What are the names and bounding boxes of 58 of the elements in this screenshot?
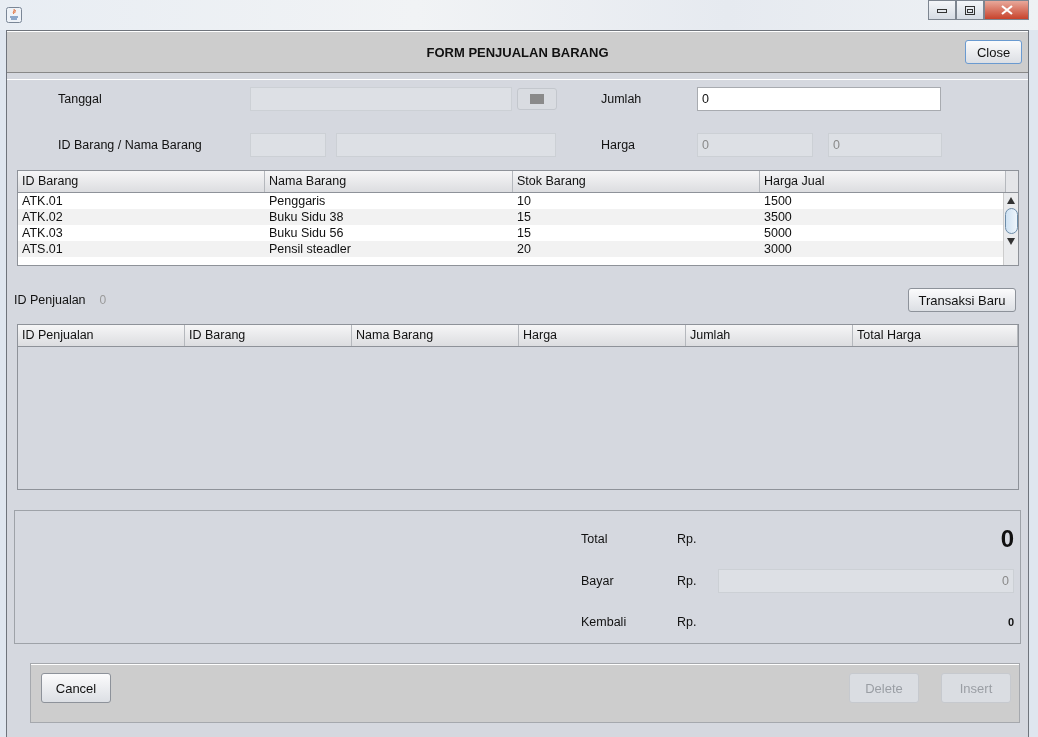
change-label: Kembali <box>581 615 628 629</box>
total-value: 0 <box>1000 525 1014 553</box>
table-cell-text: ATK.02 <box>21 209 64 225</box>
field-label: Tanggal <box>58 92 103 106</box>
table-cell-text: 20 <box>516 241 532 257</box>
table-cell-text: 15 <box>516 225 532 241</box>
field-label: Jumlah <box>601 92 643 106</box>
currency-label: Rp. <box>677 615 698 629</box>
maximize-icon <box>965 5 975 15</box>
table-cell-text: 3500 <box>763 209 793 225</box>
table-cell-text: 10 <box>516 193 532 209</box>
table-cell-text: 1500 <box>763 193 793 209</box>
close-icon <box>1000 5 1013 15</box>
column-header[interactable]: Harga <box>519 325 686 346</box>
close-button[interactable]: Close <box>965 40 1022 64</box>
window-title: FORM PENJUALAN BARANG <box>426 44 609 60</box>
column-header[interactable]: Jumlah <box>686 325 853 346</box>
currency-label: Rp. <box>677 574 698 588</box>
minimize-icon <box>937 7 947 13</box>
calendar-icon <box>530 94 544 104</box>
field-label: Harga <box>601 138 637 152</box>
column-header[interactable]: Nama Barang <box>265 171 513 192</box>
scroll-thumb[interactable] <box>1004 208 1018 234</box>
column-header[interactable]: Total Harga <box>853 325 1018 346</box>
quantity-field[interactable]: 0 <box>697 87 941 111</box>
column-header[interactable]: Nama Barang <box>352 325 519 346</box>
table-cell-text: Pensil steadler <box>268 241 352 257</box>
new-transaction-button[interactable]: Transaksi Baru <box>908 288 1016 312</box>
maximize-button[interactable] <box>956 0 984 20</box>
java-app-icon[interactable] <box>6 7 22 23</box>
table-cell-text: Buku Sidu 56 <box>268 225 345 241</box>
table-cell-text: Buku Sidu 38 <box>268 209 345 225</box>
column-header[interactable]: ID Barang <box>185 325 352 346</box>
minimize-button[interactable] <box>928 0 956 20</box>
pay-label: Bayar <box>581 574 615 588</box>
table-cell-text: Penggaris <box>268 193 327 209</box>
field-label: ID Barang / Nama Barang <box>58 138 203 152</box>
calendar-button[interactable] <box>517 88 557 110</box>
scroll-up-icon[interactable] <box>1007 197 1015 204</box>
column-header[interactable]: ID Penjualan <box>18 325 185 346</box>
scroll-down-icon[interactable] <box>1007 238 1015 245</box>
column-header[interactable]: ID Barang <box>18 171 265 192</box>
close-window-button[interactable] <box>984 0 1029 20</box>
table-cell-text: ATK.01 <box>21 193 64 209</box>
table-cell-text: ATK.03 <box>21 225 64 241</box>
currency-label: Rp. <box>677 532 698 546</box>
change-value: 0 <box>1007 616 1014 628</box>
table-cell-text: 3000 <box>763 241 793 257</box>
table-cell-text: 5000 <box>763 225 793 241</box>
table-cell-text: ATS.01 <box>21 241 64 257</box>
header-corner <box>1006 171 1018 192</box>
column-header[interactable]: Stok Barang <box>513 171 760 192</box>
total-label: Total <box>581 532 609 546</box>
sale-id-label: ID Penjualan <box>14 293 86 307</box>
sale-id-value: 0 <box>99 293 107 307</box>
table-cell-text: 15 <box>516 209 532 225</box>
scrollbar[interactable] <box>1003 193 1018 265</box>
action-button[interactable]: Cancel <box>41 673 111 703</box>
